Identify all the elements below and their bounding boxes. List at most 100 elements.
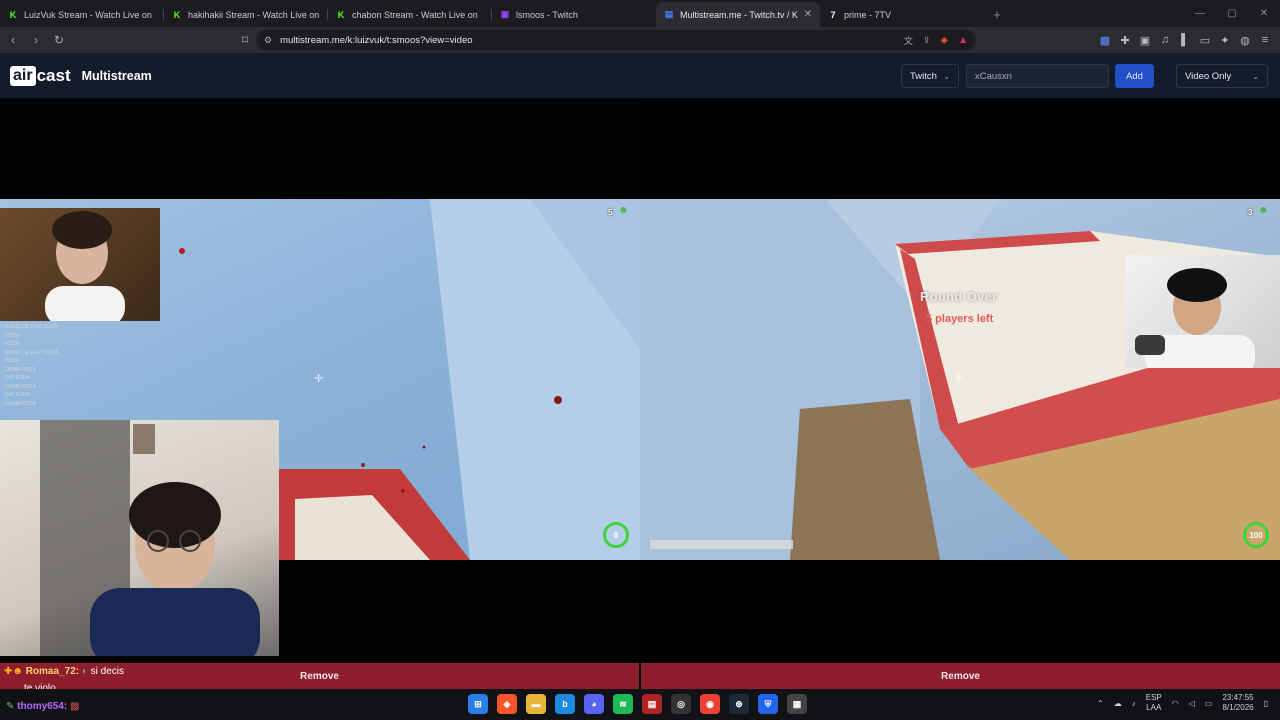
chat-line: ✎ thomy654: ▩ [6,701,79,712]
kick-icon: K [9,9,17,20]
overlay-line: EAT SODA [5,392,30,398]
wifi-icon[interactable]: ◠ [1172,699,1179,708]
spotify-icon[interactable]: ≋ [613,694,633,714]
brave-icon[interactable]: ◈ [497,694,517,714]
wallet-icon[interactable]: ▭ [1198,33,1212,47]
overlay-line: PIZZA [5,358,20,364]
notification-icon[interactable]: ▯ [1264,699,1268,708]
multistream-icon: ▤ [664,9,674,19]
bookmark-icon[interactable]: ⌑ [235,30,255,50]
health-value: 0 [613,530,619,540]
browser-tab[interactable]: K hakihakii Stream - Watch Live on [164,2,328,27]
site-settings-icon[interactable]: ⚙ [264,35,272,46]
folder-icon[interactable]: ▬ [526,694,546,714]
health-ring: 100 [1243,522,1269,548]
app-icon[interactable]: ▤ [642,694,662,714]
extensions-bar: ▩ ✚ ▣ ♫ ▌ ▭ ✦ ◍ ≡ [1098,30,1272,50]
browser-toolbar: ‹ › ↻ ⌑ ⚙ multistream.me/k:luizvuk/t:smo… [0,27,1280,53]
platform-select[interactable]: Twitch ⌄ [901,64,959,88]
lang-top: ESP [1145,693,1162,702]
chat-line: ✚☻ Romaa_72: ◐ si decis [4,666,124,677]
browser-tab[interactable]: ▣ lsmoos - Twitch [492,2,656,27]
system-tray: ⌃ ☁ ♪ ESP LAA ◠ ◁ ▭ 23:47:55 8/1/2026 ▯ [1097,693,1268,713]
window-controls: — ▢ ✕ [1184,0,1280,27]
discord-icon[interactable]: ◕ [584,694,604,714]
streamer-silhouette [45,211,125,321]
remove-label: Remove [941,670,980,682]
tab-title: prime - 7TV [844,9,892,20]
reload-icon[interactable]: ↻ [49,30,69,50]
badge-icon: ✎ [6,701,15,712]
close-window-icon[interactable]: ✕ [1248,0,1280,27]
puzzle-icon[interactable]: ✚ [1118,33,1132,47]
translate-icon[interactable]: 文 [904,34,913,47]
tab-title: LuizVuk Stream - Watch Live on [24,9,152,20]
sidebar-icon[interactable]: ▌ [1178,33,1192,47]
browser-tab[interactable]: K chabon Stream - Watch Live on [328,2,492,27]
brave-rewards-icon[interactable]: ▲ [958,35,968,46]
cloud-icon[interactable]: ☁ [1114,699,1122,708]
clock[interactable]: 23:47:55 8/1/2026 [1222,693,1253,713]
browser-tab[interactable]: K LuizVuk Stream - Watch Live on [0,2,164,27]
browser-tab-active[interactable]: ▤ Multistream.me - Twitch.tv / K ✕ [656,2,820,27]
webcam-feed-large [0,420,279,656]
battery-icon[interactable]: ▭ [1205,699,1213,708]
player-avatar-icon: ☻ [1258,205,1269,216]
round-over-title: Round Over [920,289,998,304]
language-indicator[interactable]: ESP LAA [1146,693,1162,713]
aircast-logo[interactable]: air cast [10,65,71,86]
clock-date: 8/1/2026 [1222,703,1254,712]
players-left-text: 5 players left [926,313,994,325]
remove-label: Remove [300,670,339,682]
players-count: 3 [1248,208,1253,217]
taskbar-apps: ⊞ ◈ ▬ b ◕ ≋ ▤ ◎ ◉ ⊛ ⛨ ▦ [468,694,807,714]
chevron-up-icon[interactable]: ⌃ [1097,699,1104,708]
tab-title: hakihakii Stream - Watch Live on [188,9,320,20]
extension-icon[interactable]: ▩ [1098,33,1112,47]
remove-stream-right-button[interactable]: Remove [641,663,1280,689]
kick-icon: K [173,9,181,20]
vpn-icon[interactable]: ◍ [1238,33,1252,47]
taskbar-app-icon[interactable]: ▦ [787,694,807,714]
music-icon[interactable]: ♫ [1158,33,1172,47]
chat-message: si decis [90,666,125,677]
obs-icon[interactable]: ◎ [671,694,691,714]
add-button[interactable]: Add [1115,64,1154,88]
site-header: air cast Multistream Twitch ⌄ Add Video … [0,53,1280,98]
channel-input[interactable] [966,64,1109,88]
volume-icon[interactable]: ◁ [1189,699,1195,708]
menu-icon[interactable]: ≡ [1258,33,1272,47]
emote-icon: ◐ [81,666,88,677]
browser-tab[interactable]: 7 prime - 7TV [820,2,984,27]
tab-title: chabon Stream - Watch Live on [352,9,478,20]
streamer-silhouette-large [40,420,260,656]
steam-icon[interactable]: ⊛ [729,694,749,714]
brand-title: Multistream [81,68,152,83]
stream-video-right[interactable]: 3 ☻ ✛ 100 [640,199,1280,560]
logo-air: air [10,65,36,86]
share-icon[interactable]: ⇪ [923,35,931,46]
windows-taskbar: ✎ thomy654: ▩ ⊞ ◈ ▬ b ◕ ≋ ▤ ◎ ◉ ⊛ ⛨ ▦ ⌃ … [0,689,1280,720]
streamer-silhouette-right [1135,268,1255,368]
maximize-icon[interactable]: ▢ [1216,0,1248,27]
mic-icon[interactable]: ♪ [1132,699,1136,708]
security-icon[interactable]: ⛨ [758,694,778,714]
screenshot-icon[interactable]: ▣ [1138,33,1152,47]
overlay-line: RADIO CE | EAT SODA [5,349,59,356]
url-text[interactable]: multistream.me/k:luizvuk/t:smoos?view=vi… [280,35,472,46]
close-tab-icon[interactable]: ✕ [804,9,812,20]
view-mode-select[interactable]: Video Only ⌄ [1176,64,1268,88]
leo-icon[interactable]: ✦ [1218,33,1232,47]
chrome-icon[interactable]: ◉ [700,694,720,714]
new-tab-icon[interactable]: + [984,2,1010,27]
address-bar[interactable]: ⚙ multistream.me/k:luizvuk/t:smoos?view=… [256,30,976,50]
back-icon[interactable]: ‹ [3,30,23,50]
platform-value: Twitch [910,70,937,82]
forward-icon[interactable]: › [26,30,46,50]
brave-shield-icon[interactable]: ◈ [940,35,948,46]
bing-icon[interactable]: b [555,694,575,714]
webcam-feed-right [1125,255,1280,368]
start-icon[interactable]: ⊞ [468,694,488,714]
overlay-line: PIZZA [5,332,20,339]
minimize-icon[interactable]: — [1184,0,1216,27]
